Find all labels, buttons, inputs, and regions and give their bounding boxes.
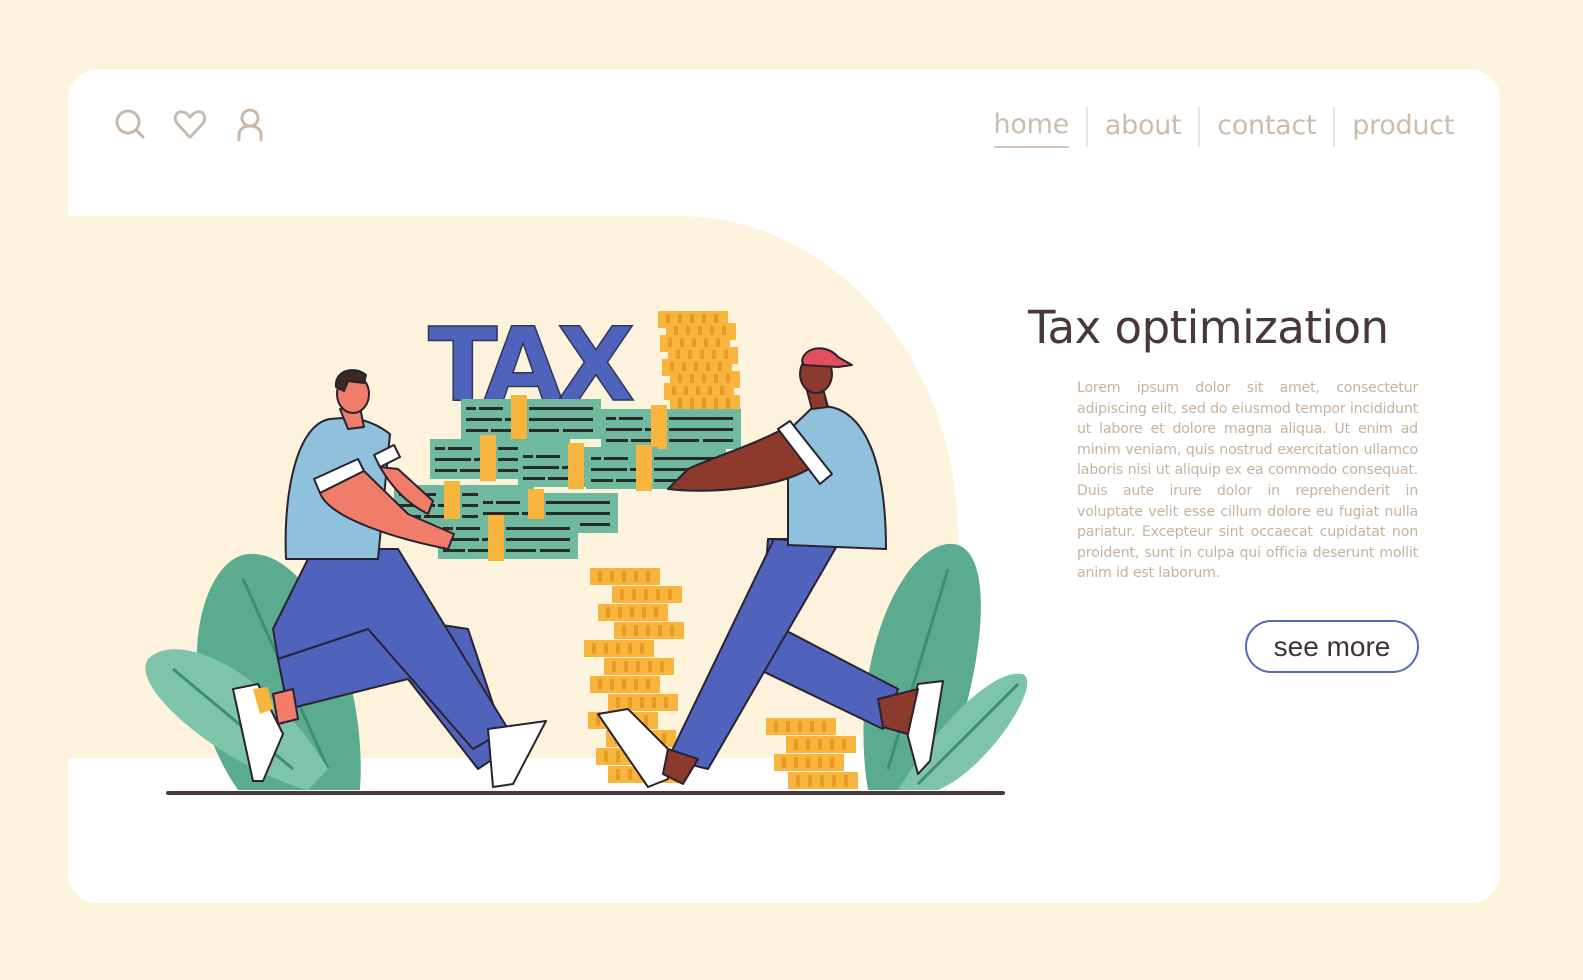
coin-stack-right bbox=[766, 718, 858, 789]
nav-divider bbox=[1085, 106, 1088, 147]
landing-card: home about contact product TAX Tax optim… bbox=[68, 69, 1500, 903]
nav-about[interactable]: about bbox=[1105, 106, 1182, 147]
page-title: Tax optimization bbox=[1028, 301, 1389, 354]
nav-divider bbox=[1198, 106, 1201, 147]
nav-product[interactable]: product bbox=[1352, 106, 1454, 147]
nav-contact[interactable]: contact bbox=[1217, 106, 1316, 147]
tax-illustration: TAX bbox=[145, 305, 1028, 795]
nav-divider bbox=[1333, 106, 1336, 147]
coin-stack-top bbox=[658, 311, 740, 412]
see-more-button[interactable]: see more bbox=[1245, 620, 1419, 673]
hero-description: Lorem ipsum dolor sit amet, consectetur … bbox=[1077, 380, 1418, 582]
